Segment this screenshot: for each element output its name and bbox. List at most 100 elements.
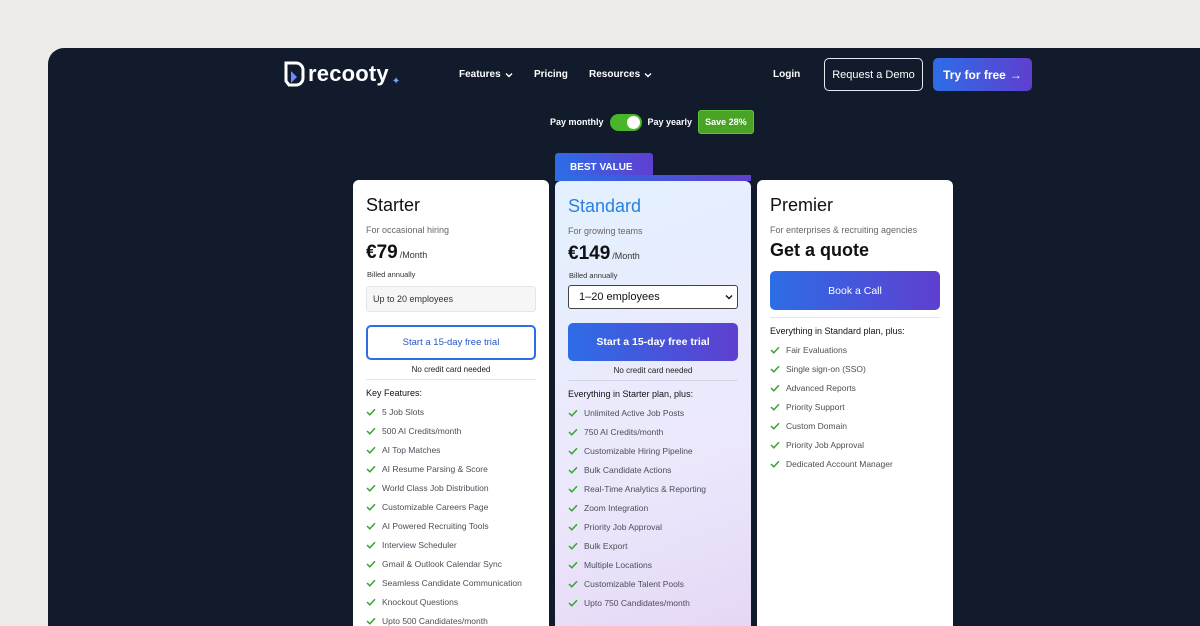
- check-icon: [568, 599, 578, 607]
- feature-label: Real-Time Analytics & Reporting: [584, 483, 707, 494]
- feature-label: AI Resume Parsing & Score: [382, 463, 488, 474]
- feature-item: 500 AI Credits/month: [366, 421, 536, 440]
- check-icon: [568, 561, 578, 569]
- plan-name: Standard: [568, 196, 642, 216]
- login-link[interactable]: Login: [773, 69, 800, 80]
- check-icon: [366, 484, 376, 492]
- divider: [770, 317, 940, 318]
- feature-item: World Class Job Distribution: [366, 478, 536, 497]
- start-trial-button[interactable]: Start a 15-day free trial: [366, 325, 536, 360]
- plan-price: €79 /Month: [366, 242, 536, 264]
- feature-item: AI Top Matches: [366, 440, 536, 459]
- pay-yearly-label[interactable]: Pay yearly: [648, 117, 693, 127]
- feature-item: Gmail & Outlook Calendar Sync: [366, 554, 536, 573]
- check-icon: [366, 465, 376, 473]
- check-icon: [568, 542, 578, 550]
- check-icon: [770, 365, 780, 373]
- check-icon: [366, 503, 376, 511]
- feature-item: Bulk Candidate Actions: [568, 460, 738, 479]
- feature-label: Unlimited Active Job Posts: [584, 407, 685, 418]
- feature-label: Seamless Candidate Communication: [382, 577, 522, 588]
- check-icon: [568, 504, 578, 512]
- check-icon: [366, 560, 376, 568]
- feature-label: Advanced Reports: [786, 382, 856, 393]
- logo-text: recooty: [308, 61, 389, 86]
- check-icon: [568, 409, 578, 417]
- logo-icon: [284, 61, 305, 87]
- feature-item: Upto 750 Candidates/month: [568, 593, 738, 612]
- check-icon: [568, 466, 578, 474]
- feature-item: Zoom Integration: [568, 498, 738, 517]
- employees-select[interactable]: 1–20 employees: [568, 285, 738, 309]
- feature-item: 5 Job Slots: [366, 402, 536, 421]
- price-amount: €79: [366, 242, 398, 263]
- feature-label: Multiple Locations: [584, 559, 653, 570]
- billed-note: Billed annually: [569, 271, 618, 280]
- plan-subtitle: For enterprises & recruiting agencies: [770, 225, 918, 235]
- feature-item: Customizable Hiring Pipeline: [568, 441, 738, 460]
- feature-label: Interview Scheduler: [382, 539, 457, 550]
- check-icon: [568, 523, 578, 531]
- nav-features[interactable]: Features: [459, 69, 513, 80]
- check-icon: [366, 541, 376, 549]
- book-call-button[interactable]: Book a Call: [770, 271, 940, 310]
- nav-features-label: Features: [459, 69, 501, 80]
- feature-label: Customizable Talent Pools: [584, 578, 685, 589]
- billed-note: Billed annually: [367, 270, 416, 279]
- nav-resources[interactable]: Resources: [589, 69, 652, 80]
- request-demo-button[interactable]: Request a Demo: [824, 58, 923, 91]
- feature-label: Priority Job Approval: [786, 439, 864, 450]
- check-icon: [770, 422, 780, 430]
- app-frame: recooty ✦ Features Pricing Resources Log…: [48, 48, 1200, 626]
- plan-card-premier: Premier For enterprises & recruiting age…: [757, 180, 953, 626]
- feature-item: Multiple Locations: [568, 555, 738, 574]
- check-icon: [366, 446, 376, 454]
- feature-item: Single sign-on (SSO): [770, 359, 940, 378]
- feature-label: Customizable Hiring Pipeline: [584, 445, 693, 456]
- feature-item: AI Powered Recruiting Tools: [366, 516, 536, 535]
- check-icon: [770, 403, 780, 411]
- feature-label: Priority Job Approval: [584, 521, 662, 532]
- feature-label: Zoom Integration: [584, 502, 649, 513]
- feature-item: Real-Time Analytics & Reporting: [568, 479, 738, 498]
- check-icon: [366, 579, 376, 587]
- plan-name: Starter: [366, 195, 421, 215]
- feature-label: Dedicated Account Manager: [786, 458, 893, 469]
- save-badge: Save 28%: [698, 110, 754, 134]
- plan-subtitle: For growing teams: [568, 226, 643, 236]
- feature-label: World Class Job Distribution: [382, 482, 489, 493]
- nav-resources-label: Resources: [589, 69, 641, 80]
- pay-monthly-label[interactable]: Pay monthly: [550, 117, 604, 127]
- feature-item: Customizable Talent Pools: [568, 574, 738, 593]
- features-heading: Key Features:: [366, 388, 423, 398]
- employees-select-value: 1–20 employees: [579, 291, 660, 303]
- try-for-free-button[interactable]: Try for free →: [933, 58, 1032, 91]
- price-amount: €149: [568, 243, 611, 264]
- check-icon: [770, 460, 780, 468]
- check-icon: [568, 580, 578, 588]
- employees-box: Up to 20 employees: [366, 286, 536, 312]
- check-icon: [568, 485, 578, 493]
- try-for-free-label: Try for free: [943, 67, 1006, 82]
- billing-toggle[interactable]: [609, 113, 642, 131]
- feature-label: Priority Support: [786, 401, 845, 412]
- feature-label: Custom Domain: [786, 420, 847, 431]
- features-heading: Everything in Standard plan, plus:: [770, 326, 905, 336]
- chevron-down-icon: [644, 72, 652, 77]
- feature-item: Priority Support: [770, 397, 940, 416]
- check-icon: [366, 427, 376, 435]
- check-icon: [366, 617, 376, 625]
- feature-list: Unlimited Active Job Posts 750 AI Credits…: [568, 403, 738, 612]
- check-icon: [568, 447, 578, 455]
- plan-card-starter: Starter For occasional hiring €79 /Month…: [353, 180, 549, 626]
- nav-pricing[interactable]: Pricing: [534, 69, 568, 80]
- feature-label: 500 AI Credits/month: [382, 425, 462, 436]
- feature-label: Bulk Export: [584, 540, 628, 551]
- feature-label: Fair Evaluations: [786, 344, 847, 355]
- start-trial-button[interactable]: Start a 15-day free trial: [568, 323, 738, 361]
- feature-label: Single sign-on (SSO): [786, 363, 866, 374]
- feature-label: Customizable Careers Page: [382, 501, 489, 512]
- recooty-logo[interactable]: recooty ✦: [283, 61, 400, 87]
- feature-item: Custom Domain: [770, 416, 940, 435]
- plan-card-standard: Standard For growing teams €149 /Month B…: [555, 181, 751, 626]
